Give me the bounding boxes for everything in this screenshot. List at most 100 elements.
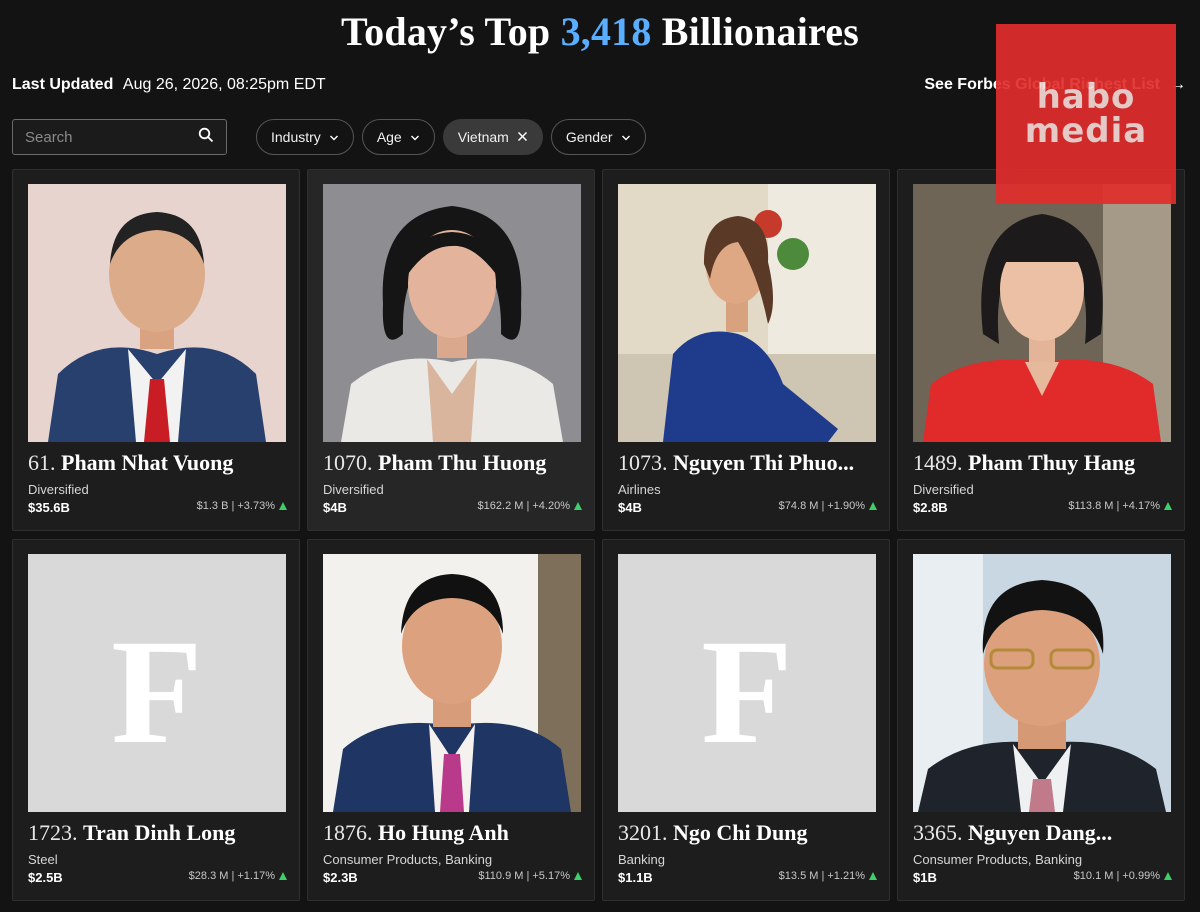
daily-change-value: $110.9 M | +5.17%	[478, 870, 570, 882]
billionaire-name[interactable]: 1489. Pham Thuy Hang	[913, 450, 1175, 476]
filter-label: Industry	[271, 129, 321, 145]
billionaire-card[interactable]: 1876. Ho Hung Anh Consumer Products, Ban…	[307, 539, 595, 901]
daily-change-value: $162.2 M | +4.20%	[477, 500, 570, 512]
forbes-f-logo: F	[701, 609, 793, 775]
billionaire-card[interactable]: 1073. Nguyen Thi Phuo... Airlines $4B $7…	[602, 169, 890, 531]
filter-bar: Industry Age Vietnam Gender	[256, 119, 646, 155]
placeholder-photo[interactable]: F	[618, 554, 876, 812]
industry: Banking	[618, 852, 665, 867]
chevron-down-icon	[329, 129, 339, 145]
arrow-up-icon	[1164, 502, 1172, 510]
industry: Diversified	[28, 482, 89, 497]
portrait-photo[interactable]	[913, 184, 1171, 442]
arrow-up-icon	[574, 872, 582, 880]
daily-change: $110.9 M | +5.17%	[478, 870, 582, 882]
billionaire-name[interactable]: 1723. Tran Dinh Long	[28, 820, 290, 846]
rank: 1073.	[618, 450, 668, 475]
arrow-up-icon	[869, 502, 877, 510]
billionaire-name[interactable]: 1070. Pham Thu Huong	[323, 450, 585, 476]
title-suffix: Billionaires	[661, 9, 860, 54]
billionaire-card[interactable]: 1070. Pham Thu Huong Diversified $4B $16…	[307, 169, 595, 531]
billionaire-count: 3,418	[560, 9, 652, 54]
billionaire-name[interactable]: 61. Pham Nhat Vuong	[28, 450, 290, 476]
search-box[interactable]	[12, 119, 227, 155]
name: Pham Nhat Vuong	[61, 450, 234, 475]
arrow-up-icon	[574, 502, 582, 510]
filter-label: Age	[376, 129, 402, 145]
search-input[interactable]	[25, 128, 185, 146]
rank: 3201.	[618, 820, 668, 845]
billionaire-name[interactable]: 3201. Ngo Chi Dung	[618, 820, 880, 846]
title-prefix: Today’s Top	[340, 9, 551, 54]
net-worth: $1.1B	[618, 870, 653, 885]
placeholder-photo[interactable]: F	[28, 554, 286, 812]
billionaire-card[interactable]: F 3201. Ngo Chi Dung Banking $1.1B $13.5…	[602, 539, 890, 901]
net-worth: $2.8B	[913, 500, 948, 515]
name: Pham Thuy Hang	[968, 450, 1136, 475]
daily-change: $10.1 M | +0.99%	[1074, 870, 1172, 882]
rank: 1489.	[913, 450, 963, 475]
name: Tran Dinh Long	[83, 820, 236, 845]
daily-change: $113.8 M | +4.17%	[1068, 500, 1172, 512]
daily-change-value: $113.8 M | +4.17%	[1068, 500, 1160, 512]
industry: Diversified	[323, 482, 384, 497]
name: Pham Thu Huong	[378, 450, 547, 475]
rank: 1723.	[28, 820, 78, 845]
filter-label: Vietnam	[457, 129, 509, 145]
watermark-logo: habo media	[996, 24, 1176, 204]
name: Ngo Chi Dung	[673, 820, 808, 845]
industry: Consumer Products, Banking	[323, 852, 493, 867]
last-updated-label: Last Updated	[12, 76, 114, 93]
filter-gender[interactable]: Gender	[550, 119, 646, 155]
arrow-up-icon	[279, 872, 287, 880]
name: Nguyen Thi Phuo...	[673, 450, 855, 475]
daily-change-value: $28.3 M | +1.17%	[188, 870, 275, 882]
billionaire-name[interactable]: 1876. Ho Hung Anh	[323, 820, 585, 846]
portrait-photo[interactable]	[323, 554, 581, 812]
billionaire-name[interactable]: 3365. Nguyen Dang...	[913, 820, 1175, 846]
portrait-photo[interactable]	[618, 184, 876, 442]
industry: Diversified	[913, 482, 974, 497]
rank: 3365.	[913, 820, 963, 845]
filter-country-vietnam[interactable]: Vietnam	[442, 119, 543, 155]
chevron-down-icon	[621, 129, 631, 145]
watermark-line-2: media	[1024, 111, 1148, 151]
billionaire-grid: 61. Pham Nhat Vuong Diversified $35.6B $…	[12, 169, 1185, 901]
daily-change: $74.8 M | +1.90%	[779, 500, 877, 512]
billionaire-card[interactable]: 61. Pham Nhat Vuong Diversified $35.6B $…	[12, 169, 300, 531]
industry: Steel	[28, 852, 58, 867]
daily-change-value: $1.3 B | +3.73%	[196, 500, 275, 512]
industry: Airlines	[618, 482, 661, 497]
net-worth: $4B	[323, 500, 347, 515]
chevron-down-icon	[410, 129, 420, 145]
last-updated: Last Updated Aug 26, 2026, 08:25pm EDT	[12, 76, 326, 94]
daily-change-value: $74.8 M | +1.90%	[778, 500, 865, 512]
search-icon[interactable]	[198, 127, 214, 148]
portrait-photo[interactable]	[913, 554, 1171, 812]
rank: 61.	[28, 450, 56, 475]
arrow-up-icon	[1164, 872, 1172, 880]
forbes-f-logo: F	[111, 609, 203, 775]
filter-industry[interactable]: Industry	[256, 119, 354, 155]
arrow-up-icon	[869, 872, 877, 880]
billionaire-name[interactable]: 1073. Nguyen Thi Phuo...	[618, 450, 880, 476]
daily-change: $13.5 M | +1.21%	[779, 870, 877, 882]
billionaire-card[interactable]: F 1723. Tran Dinh Long Steel $2.5B $28.3…	[12, 539, 300, 901]
name: Nguyen Dang...	[968, 820, 1113, 845]
daily-change: $28.3 M | +1.17%	[189, 870, 287, 882]
portrait-photo[interactable]	[28, 184, 286, 442]
name: Ho Hung Anh	[378, 820, 509, 845]
portrait-photo[interactable]	[323, 184, 581, 442]
net-worth: $4B	[618, 500, 642, 515]
billionaire-card[interactable]: 1489. Pham Thuy Hang Diversified $2.8B $…	[897, 169, 1185, 531]
billionaire-card[interactable]: 3365. Nguyen Dang... Consumer Products, …	[897, 539, 1185, 901]
rank: 1876.	[323, 820, 373, 845]
filter-age[interactable]: Age	[361, 119, 435, 155]
close-icon[interactable]	[517, 129, 528, 145]
daily-change-value: $13.5 M | +1.21%	[778, 870, 865, 882]
industry: Consumer Products, Banking	[913, 852, 1083, 867]
net-worth: $2.5B	[28, 870, 63, 885]
arrow-up-icon	[279, 502, 287, 510]
rank: 1070.	[323, 450, 373, 475]
daily-change: $162.2 M | +4.20%	[478, 500, 582, 512]
